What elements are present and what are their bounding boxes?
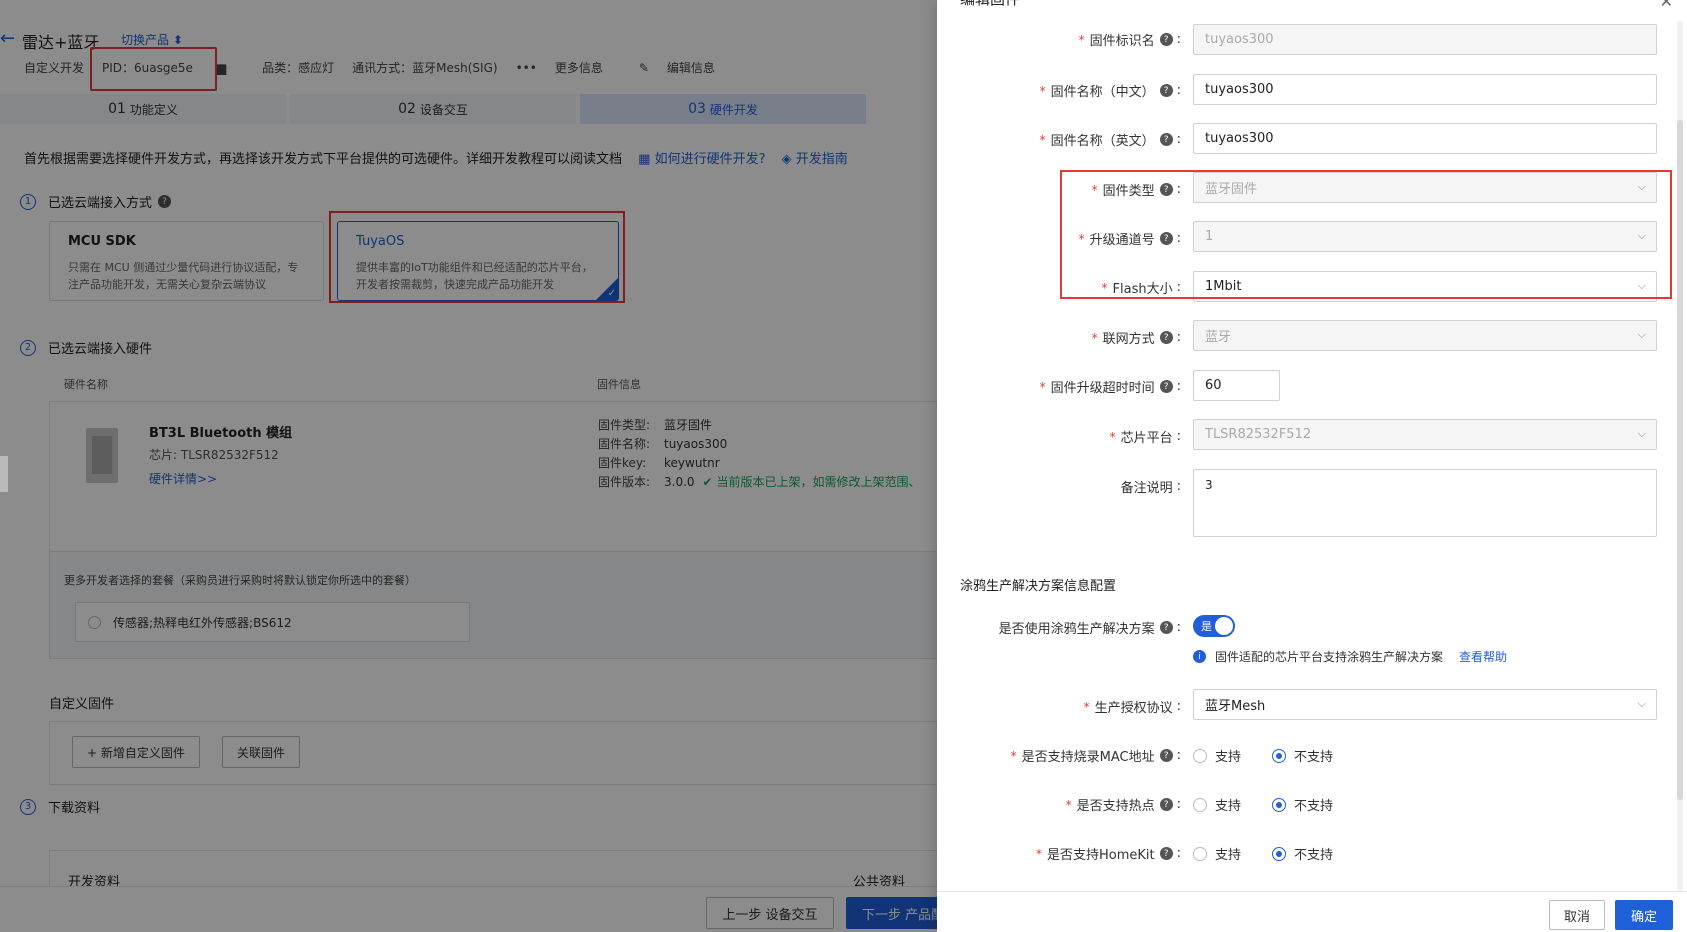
- production-hint: i 固件适配的芯片平台支持涂鸦生产解决方案 查看帮助: [1193, 648, 1507, 665]
- fw-name-cn-label: * 固件名称（中文）?:: [1039, 83, 1181, 100]
- homekit-label: * 是否支持HomeKit?:: [1035, 846, 1181, 863]
- fw-name-en-input[interactable]: tuyaos300: [1193, 123, 1657, 154]
- view-help-link[interactable]: 查看帮助: [1459, 648, 1507, 665]
- use-production-toggle[interactable]: 是: [1193, 615, 1235, 637]
- help-icon[interactable]: ?: [1159, 380, 1173, 393]
- toggle-knob: [1215, 617, 1233, 635]
- help-icon[interactable]: ?: [1159, 33, 1173, 46]
- chevron-down-icon: ⌵: [1637, 328, 1646, 341]
- mac-not-support-radio[interactable]: [1272, 748, 1287, 763]
- timeout-label: * 固件升级超时时间?:: [1039, 379, 1181, 396]
- hotspot-support-radio[interactable]: [1193, 797, 1207, 812]
- use-production-label: 是否使用涂鸦生产解决方案?:: [998, 620, 1181, 637]
- mac-label: * 是否支持烧录MAC地址?:: [1010, 748, 1181, 765]
- homekit-support-radio[interactable]: [1193, 846, 1207, 861]
- chevron-down-icon: ⌵: [1637, 427, 1646, 440]
- remark-label: 备注说明:: [1120, 479, 1181, 496]
- help-icon[interactable]: ?: [1159, 798, 1173, 811]
- side-handle[interactable]: [0, 456, 8, 492]
- network-label: * 联网方式?:: [1091, 330, 1181, 347]
- auth-protocol-select[interactable]: 蓝牙Mesh ⌵: [1193, 689, 1657, 720]
- auth-protocol-label: * 生产授权协议:: [1083, 699, 1181, 716]
- help-icon[interactable]: ?: [1159, 847, 1173, 860]
- fw-id-label: * 固件标识名?:: [1078, 32, 1181, 49]
- help-icon[interactable]: ?: [1159, 749, 1173, 762]
- hotspot-label: * 是否支持热点?:: [1065, 797, 1181, 814]
- homekit-not-support-radio[interactable]: [1272, 846, 1287, 861]
- fw-id-input[interactable]: tuyaos300: [1193, 24, 1657, 55]
- drawer-title: 编辑固件: [960, 0, 1020, 9]
- hotspot-radio-group: 支持 不支持: [1193, 795, 1364, 814]
- mac-support-radio[interactable]: [1193, 748, 1207, 763]
- chip-platform-select[interactable]: TLSR82532F512 ⌵: [1193, 419, 1657, 450]
- confirm-button[interactable]: 确定: [1615, 900, 1673, 930]
- cancel-button[interactable]: 取消: [1549, 900, 1605, 930]
- mac-radio-group: 支持 不支持: [1193, 746, 1364, 765]
- modal-mask[interactable]: [0, 0, 937, 932]
- close-icon[interactable]: ✕: [1660, 0, 1673, 11]
- hotspot-not-support-radio[interactable]: [1272, 797, 1287, 812]
- timeout-input[interactable]: 60: [1193, 370, 1280, 401]
- edit-firmware-drawer: 编辑固件 ✕ *固件标识名?: tuyaos300 *固件名称（中文）?: tu…: [937, 0, 1687, 932]
- remark-textarea[interactable]: 3: [1193, 469, 1657, 537]
- info-icon: i: [1193, 650, 1206, 663]
- help-icon[interactable]: ?: [1159, 621, 1173, 634]
- homekit-radio-group: 支持 不支持: [1193, 844, 1364, 863]
- chip-platform-label: * 芯片平台:: [1109, 429, 1181, 446]
- chevron-down-icon: ⌵: [1637, 697, 1646, 710]
- network-select[interactable]: 蓝牙 ⌵: [1193, 320, 1657, 351]
- help-icon[interactable]: ?: [1159, 84, 1173, 97]
- drawer-footer: 取消 确定: [937, 891, 1687, 932]
- fw-name-cn-input[interactable]: tuyaos300: [1193, 74, 1657, 105]
- scrollbar-thumb[interactable]: [1677, 120, 1683, 800]
- help-icon[interactable]: ?: [1159, 133, 1173, 146]
- help-icon[interactable]: ?: [1159, 331, 1173, 344]
- fields-highlight-box: [1060, 170, 1672, 299]
- fw-name-en-label: * 固件名称（英文）?:: [1039, 132, 1181, 149]
- production-config-heading: 涂鸦生产解决方案信息配置: [960, 579, 1117, 594]
